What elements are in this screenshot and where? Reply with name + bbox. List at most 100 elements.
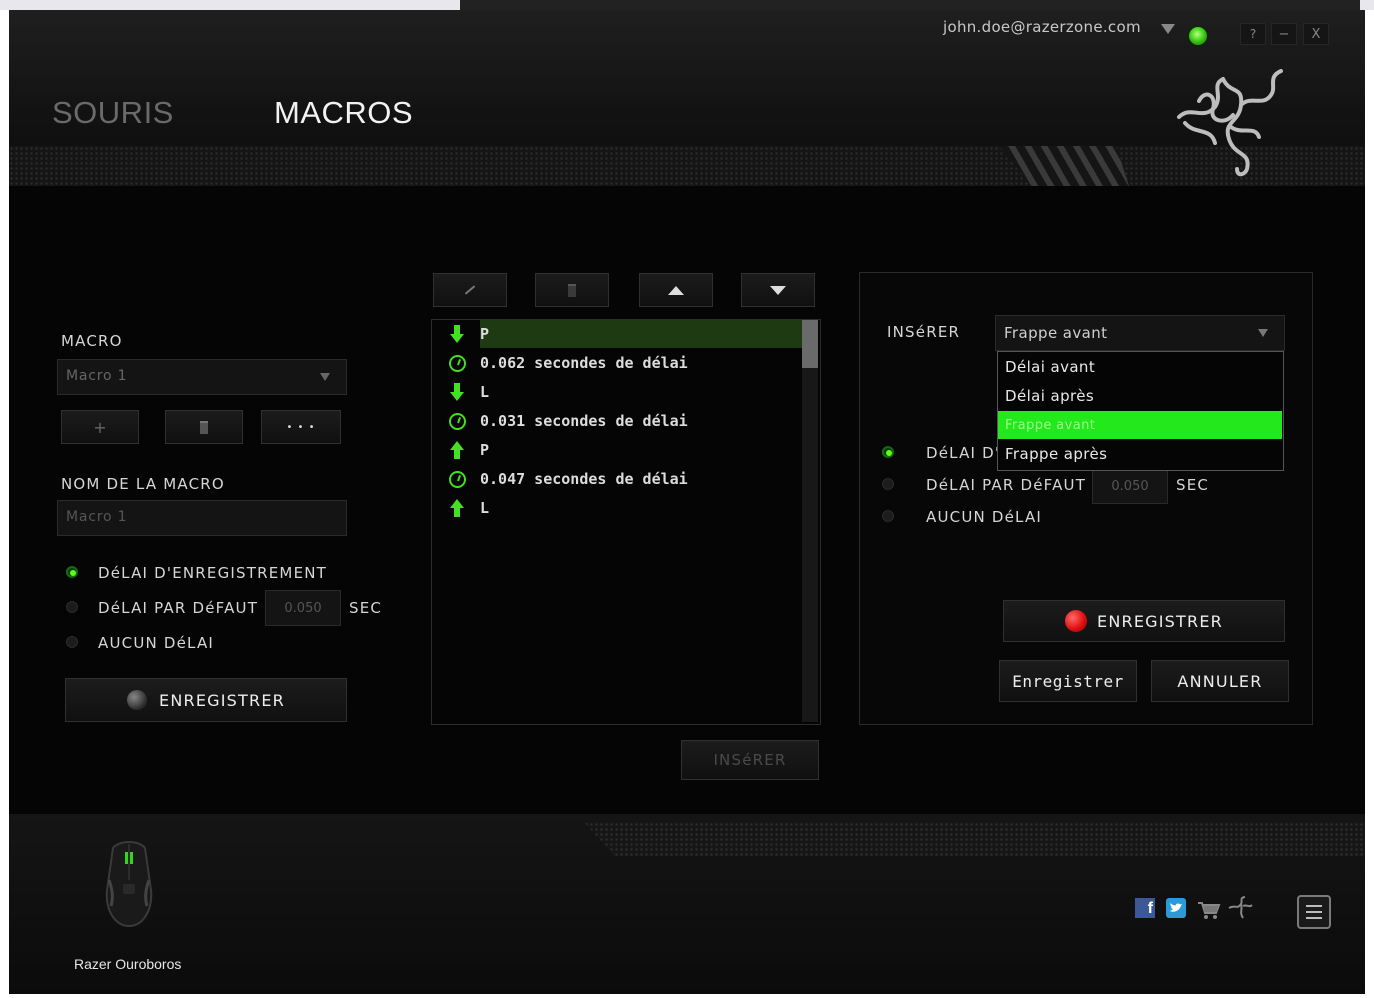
tab-macros[interactable]: MACROS [274,95,413,131]
step-row[interactable]: P [446,436,489,464]
arrow-down-icon [770,285,786,295]
tab-souris[interactable]: SOURIS [52,95,174,131]
save-button-label: Enregistrer [1012,671,1124,691]
menu-button[interactable] [1297,895,1331,929]
delete-macro-button[interactable] [165,410,243,444]
razer-synapse-window: john.doe@razerzone.com ? − X SOURIS MACR… [9,10,1365,994]
record-dot-icon [127,690,148,710]
account-dropdown-icon[interactable] [1161,24,1175,34]
header: john.doe@razerzone.com ? − X SOURIS MACR… [9,10,1365,186]
cancel-button[interactable]: ANNULER [1151,660,1289,702]
step-row[interactable]: 0.047 secondes de délai [446,465,688,493]
facebook-icon[interactable]: f [1135,898,1155,918]
macro-name-value: Macro 1 [66,509,128,525]
dropdown-option[interactable]: Délai après [998,382,1282,410]
record-button[interactable]: ENREGISTRER [65,678,347,722]
step-row[interactable]: P [446,320,489,348]
key-up-icon [446,499,468,517]
step-text: 0.031 secondes de délai [480,412,688,430]
step-text: P [480,441,490,459]
chevron-down-icon [320,373,330,381]
step-text: L [480,499,490,517]
insert-label: INSéRER [887,323,961,341]
default-delay-value: 0.050 [284,600,322,616]
cancel-button-label: ANNULER [1177,671,1263,691]
default-delay-value-insert: 0.050 [1111,478,1149,494]
step-text: 0.047 secondes de délai [480,470,688,488]
insert-step-label: INSéRER [713,751,787,769]
radio-recording-delay[interactable] [66,566,78,578]
sec-unit-label: SEC [349,599,383,617]
steps-scrollbar-track[interactable] [802,320,818,722]
no-delay-label: AUCUN DéLAI [98,634,215,652]
razer-logo-icon [1177,69,1283,177]
delete-step-button[interactable] [535,273,609,307]
dropdown-option[interactable]: Frappe après [998,440,1282,468]
trash-icon [200,420,208,434]
add-macro-button[interactable]: + [61,410,139,444]
recording-delay-label-insert: DéLAI D'ENREGISTREMENT [926,444,1001,462]
key-down-icon [446,325,468,343]
step-text: P [480,325,490,343]
record-dot-icon [1065,610,1088,632]
step-row[interactable]: 0.031 secondes de délai [446,407,688,435]
close-button[interactable]: X [1303,23,1329,45]
insert-type-dropdown-list[interactable]: Délai avant Délai après Frappe avant Fra… [997,351,1284,471]
radio-no-delay[interactable] [66,636,78,648]
step-text: L [480,383,490,401]
twitter-icon[interactable] [1166,898,1186,918]
dropdown-option[interactable]: Délai avant [998,353,1282,381]
edit-step-button[interactable] [433,273,507,307]
arrow-up-icon [668,285,684,295]
mouse-device-icon[interactable] [99,840,159,930]
macro-select-value: Macro 1 [66,368,128,384]
default-delay-input-insert[interactable]: 0.050 [1092,468,1168,504]
minimize-button[interactable]: − [1271,23,1297,45]
macro-name-field[interactable]: Macro 1 [57,500,347,536]
default-delay-input[interactable]: 0.050 [265,590,341,626]
more-options-button[interactable]: • • • [261,410,341,444]
macro-select[interactable]: Macro 1 [57,359,347,395]
step-row[interactable]: L [446,378,489,406]
trash-icon [568,283,576,297]
move-up-button[interactable] [639,273,713,307]
record-button-label: ENREGISTRER [159,690,285,710]
default-delay-label-insert: DéLAI PAR DéFAUT [926,476,1087,494]
default-delay-label: DéLAI PAR DéFAUT [98,599,259,617]
dropdown-option-highlighted[interactable]: Frappe avant [998,411,1282,439]
insert-type-select[interactable]: Frappe avant [995,315,1285,351]
radio-no-delay-insert[interactable] [882,510,894,522]
online-status-icon [1188,26,1208,46]
header-texture [9,146,1365,186]
macro-label: MACRO [61,332,123,350]
background-window-strip-dark [460,0,1360,10]
account-email[interactable]: john.doe@razerzone.com [943,18,1141,36]
pencil-icon [464,285,476,295]
clock-icon [446,470,468,488]
plus-icon: + [93,417,107,437]
insert-type-value: Frappe avant [1004,324,1108,342]
radio-default-delay[interactable] [66,601,78,613]
step-row[interactable]: L [446,494,489,522]
step-row[interactable]: 0.062 secondes de délai [446,349,688,377]
razer-icon[interactable] [1227,896,1253,924]
key-up-icon [446,441,468,459]
steps-scrollbar-thumb[interactable] [802,320,818,368]
radio-default-delay-insert[interactable] [882,478,894,490]
recording-delay-label: DéLAI D'ENREGISTREMENT [98,564,328,582]
step-text: 0.062 secondes de délai [480,354,688,372]
insert-step-button[interactable]: INSéRER [681,740,819,780]
sec-unit-label-insert: SEC [1176,476,1210,494]
record-insert-button[interactable]: ENREGISTRER [1003,600,1285,642]
device-name: Razer Ouroboros [74,956,182,972]
key-down-icon [446,383,468,401]
save-button[interactable]: Enregistrer [999,660,1137,702]
no-delay-label-insert: AUCUN DéLAI [926,508,1043,526]
radio-recording-delay-insert[interactable] [882,446,894,458]
help-button[interactable]: ? [1240,23,1266,45]
move-down-button[interactable] [741,273,815,307]
clock-icon [446,354,468,372]
menu-icon [1306,911,1322,913]
cart-icon[interactable] [1197,900,1221,924]
macro-steps-list[interactable]: P 0.062 secondes de délai L 0.031 second… [431,319,821,725]
